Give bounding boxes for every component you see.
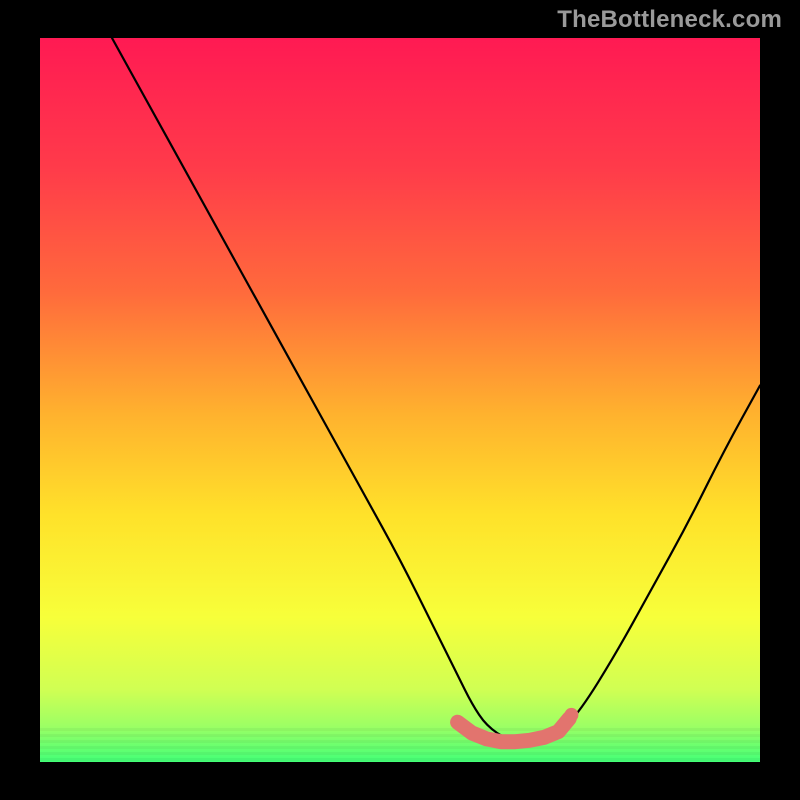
bottleneck-chart	[40, 38, 760, 762]
watermark-text: TheBottleneck.com	[557, 6, 782, 34]
plot-area	[40, 38, 760, 762]
gradient-background	[40, 38, 760, 762]
outer-frame: TheBottleneck.com	[0, 0, 800, 800]
trough-end-marker	[564, 708, 578, 722]
